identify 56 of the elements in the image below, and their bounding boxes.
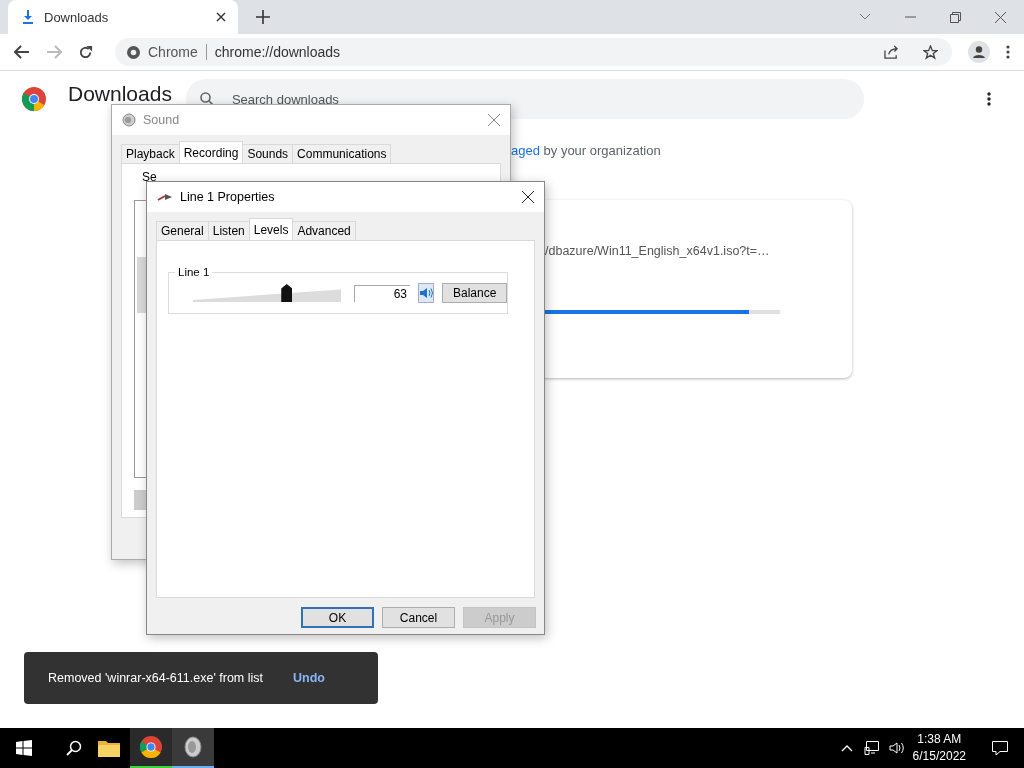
dialog-tab[interactable]: Communications [292,144,392,163]
search-icon[interactable] [66,740,82,756]
dialog-button[interactable]: Cancel [382,607,455,628]
address-bar[interactable]: Chrome chrome://downloads [115,38,952,66]
restore-icon[interactable] [950,11,961,23]
chevron-down-icon[interactable] [859,13,871,21]
speaker-icon [122,113,136,127]
dialog-tab[interactable]: Recording [178,141,244,163]
dialog-tab[interactable]: Advanced [292,221,356,240]
new-tab-icon[interactable] [256,10,270,24]
notification-icon[interactable] [992,740,1008,756]
folder-icon[interactable] [98,739,120,757]
dialog-button[interactable]: OK [301,607,374,628]
dialog-tab[interactable]: Playback [121,144,180,163]
instruction-text: Se [142,170,157,184]
network-icon[interactable] [862,741,879,755]
chrome-logo-icon [127,45,140,59]
dialog-tab[interactable]: General [156,221,209,240]
chrome-logo-icon [140,736,162,758]
reload-icon[interactable] [78,44,93,60]
toast-message: Removed 'winrar-x64-611.exe' from list [48,671,264,685]
managed-notice: by your organization [543,143,661,158]
balance-button[interactable]: Balance [442,283,508,303]
dialog-tab[interactable]: Levels [248,218,294,240]
speaker-icon [419,287,433,299]
taskbar-app[interactable] [130,728,172,768]
more-icon[interactable] [987,92,991,106]
search-input[interactable]: Search downloads [229,90,850,108]
windows-start-icon[interactable] [16,740,32,756]
page-title: Downloads [68,84,172,104]
close-icon[interactable] [522,191,534,203]
clock-date[interactable]: 6/15/2022 [912,748,966,765]
level-field[interactable]: 63 [354,284,410,302]
group-label: Line 1 [175,266,213,278]
share-icon[interactable] [884,45,899,59]
volume-icon[interactable] [888,741,905,755]
chevron-up-icon[interactable] [840,744,853,752]
clock-time[interactable]: 1:38 AM [917,731,962,748]
menu-icon[interactable] [1006,45,1010,59]
search-icon [199,92,214,106]
profile-icon[interactable] [968,41,990,63]
volume-slider[interactable] [193,282,341,304]
undo-button[interactable]: Undo [293,671,325,685]
download-url: /dbazure/Win11_English_x64v1.iso?t=… [545,244,771,258]
star-icon[interactable] [923,44,938,60]
window-title: Line 1 Properties [180,190,275,204]
download-icon [22,10,34,24]
browser-tab[interactable]: Downloads [8,0,238,34]
window-title: Sound [143,113,180,127]
mute-button[interactable] [418,283,434,303]
speaker-icon [183,736,203,758]
taskbar-app[interactable] [172,728,214,768]
managed-link[interactable]: aged [511,143,540,158]
back-icon[interactable] [14,45,30,59]
chrome-logo-icon [22,87,46,111]
close-icon[interactable] [216,12,226,22]
